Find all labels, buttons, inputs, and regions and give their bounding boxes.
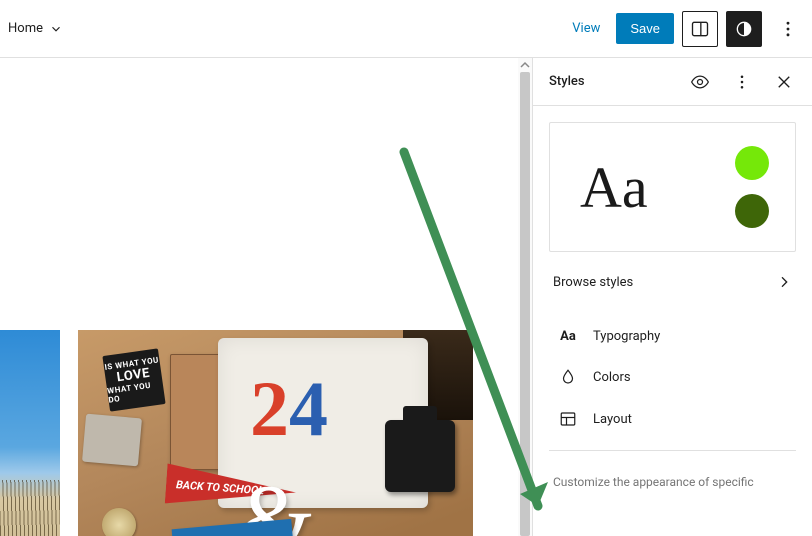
scroll-up-icon xyxy=(518,58,532,72)
sidebar-icon xyxy=(690,19,710,39)
settings-sidebar-toggle[interactable] xyxy=(682,11,718,47)
menu-item-typography[interactable]: Aa Typography xyxy=(549,317,796,356)
gallery-image[interactable]: IS WHAT YOU LOVE WHAT YOU DO 24 BACK TO … xyxy=(78,330,473,536)
menu-item-label: Layout xyxy=(593,412,632,427)
image-detail xyxy=(102,508,136,536)
browse-styles-button[interactable]: Browse styles xyxy=(549,252,796,312)
typography-icon: Aa xyxy=(557,329,579,344)
gallery-block: IS WHAT YOU LOVE WHAT YOU DO 24 BACK TO … xyxy=(0,330,518,536)
close-sidebar-button[interactable] xyxy=(768,66,800,98)
palette-dots xyxy=(735,146,775,228)
stamp-text: WHAT YOU DO xyxy=(107,379,165,405)
accent-swatch xyxy=(735,194,769,228)
more-menu-button[interactable] xyxy=(770,11,806,47)
styles-sidebar-header: Styles xyxy=(533,58,812,106)
close-icon xyxy=(775,73,793,91)
document-name: Home xyxy=(8,21,43,36)
styles-sidebar: Styles Aa Browse styles xyxy=(532,58,812,536)
chevron-right-icon xyxy=(776,274,792,290)
typography-sample: Aa xyxy=(580,154,648,221)
save-button[interactable]: Save xyxy=(616,13,674,44)
browse-styles-label: Browse styles xyxy=(553,275,633,290)
workspace: IS WHAT YOU LOVE WHAT YOU DO 24 BACK TO … xyxy=(0,58,812,536)
menu-item-label: Colors xyxy=(593,370,631,385)
styles-icon xyxy=(734,19,754,39)
canvas-scrollbar[interactable] xyxy=(518,58,532,536)
panel-title: Styles xyxy=(549,74,585,89)
image-detail xyxy=(385,420,455,492)
kebab-icon xyxy=(733,73,751,91)
document-switcher[interactable]: Home xyxy=(2,15,69,42)
menu-item-label: Typography xyxy=(593,329,660,344)
editor-canvas[interactable]: IS WHAT YOU LOVE WHAT YOU DO 24 BACK TO … xyxy=(0,58,532,536)
view-link[interactable]: View xyxy=(564,15,608,42)
style-book-toggle[interactable] xyxy=(684,66,716,98)
image-detail xyxy=(82,414,142,467)
blocks-section-hint: Customize the appearance of specific xyxy=(549,450,796,489)
chevron-down-icon xyxy=(49,22,63,36)
eye-icon xyxy=(690,72,710,92)
toolbar-right: View Save xyxy=(564,11,806,47)
droplet-icon xyxy=(557,368,579,386)
scrollbar-thumb[interactable] xyxy=(520,72,530,536)
styles-sidebar-content: Aa Browse styles Aa Typography xyxy=(533,106,812,505)
image-detail: IS WHAT YOU LOVE WHAT YOU DO xyxy=(102,348,165,411)
accent-swatch xyxy=(735,146,769,180)
image-detail xyxy=(0,480,60,536)
style-preview-card[interactable]: Aa xyxy=(549,122,796,252)
styles-more-menu[interactable] xyxy=(726,66,758,98)
styles-toggle[interactable] xyxy=(726,11,762,47)
kebab-icon xyxy=(778,19,798,39)
gallery-image[interactable] xyxy=(0,330,60,536)
image-number: 24 xyxy=(250,364,328,454)
toolbar-left: Home xyxy=(2,15,69,42)
styles-menu: Aa Typography Colors Layout xyxy=(549,312,796,440)
menu-item-colors[interactable]: Colors xyxy=(549,356,796,398)
layout-icon xyxy=(557,410,579,428)
top-toolbar: Home View Save xyxy=(0,0,812,58)
menu-item-layout[interactable]: Layout xyxy=(549,398,796,440)
